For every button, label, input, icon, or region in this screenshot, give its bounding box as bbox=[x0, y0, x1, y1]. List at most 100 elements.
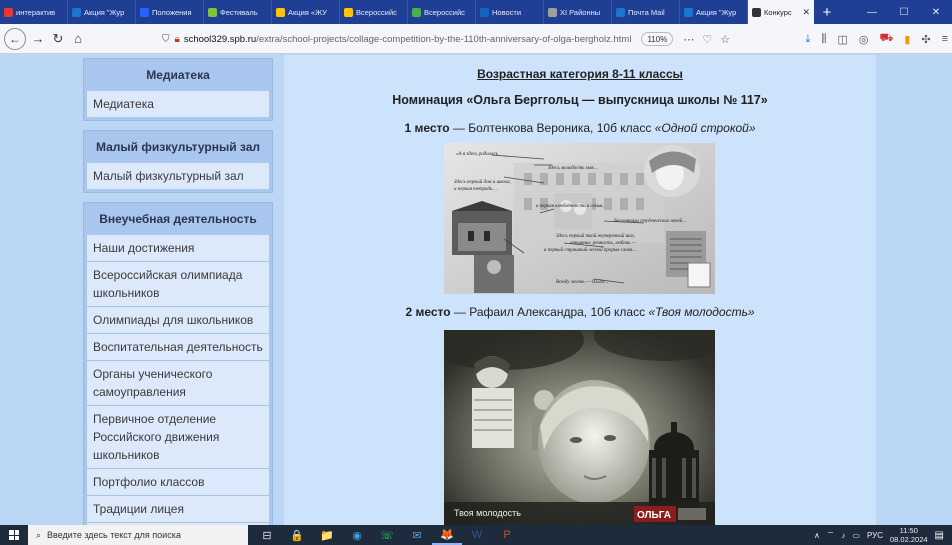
start-button[interactable] bbox=[0, 525, 28, 545]
mail-app-icon[interactable]: ✉ bbox=[402, 525, 432, 545]
download-icon[interactable]: ⤓ bbox=[806, 33, 811, 46]
lock-app-icon[interactable]: 🔒 bbox=[282, 525, 312, 545]
browser-tab[interactable]: интерактив bbox=[0, 0, 68, 24]
minimize-button[interactable]: — bbox=[856, 0, 888, 24]
chart-icon bbox=[208, 7, 217, 17]
cart-extension-icon[interactable]: ⛟ bbox=[879, 32, 893, 46]
page-actions: ⋯ ♡ ☆ bbox=[683, 33, 730, 46]
new-tab-button[interactable]: + bbox=[814, 0, 840, 24]
collage-one-text-5: и первая влюблённость и семья, bbox=[536, 204, 604, 209]
taskbar-search-box[interactable]: ⌕ Введите здесь текст для поиска bbox=[28, 525, 248, 545]
forward-button[interactable]: → bbox=[28, 29, 48, 49]
reload-icon: ↻ bbox=[52, 30, 64, 46]
browser-tab[interactable]: Акция "Жур bbox=[68, 0, 136, 24]
sidebar-menu-item[interactable]: Традиции лицея bbox=[87, 495, 269, 522]
tab-title: Положения bbox=[152, 7, 192, 17]
age-category-heading[interactable]: Возрастная категория 8-11 классы bbox=[284, 67, 876, 81]
second-place-label: 2 место bbox=[405, 305, 451, 319]
system-tray: ∧ ⌔ ♪ ▭ РУС 11:50 08.02.2024 ▤ bbox=[814, 526, 952, 544]
network-icon[interactable]: ⌔ bbox=[827, 530, 835, 540]
collage-youth-image: Твоя молодость ОЛЬГА bbox=[444, 330, 715, 525]
tab-title: Акция "Жур bbox=[696, 7, 737, 17]
tab-title: интерактив bbox=[16, 7, 56, 17]
file-explorer-icon[interactable]: 📁 bbox=[312, 525, 342, 545]
library-icon[interactable]: ⫼ bbox=[821, 33, 826, 46]
table-icon bbox=[412, 7, 421, 17]
sidebar-menu-item[interactable]: Олимпиады для школьников bbox=[87, 306, 269, 333]
collage-one-text-3: Здесь первый дом и школа, bbox=[454, 179, 511, 185]
menu-icon[interactable]: ≡ bbox=[942, 33, 948, 45]
browser-tab[interactable]: Положения bbox=[136, 0, 204, 24]
collage-two-badge: ОЛЬГА bbox=[637, 510, 671, 521]
taskbar-clock[interactable]: 11:50 08.02.2024 bbox=[890, 526, 928, 544]
arrow-right-icon: → bbox=[31, 31, 45, 46]
sidebar-section: Внеучебная деятельность Наши достижения Вс… bbox=[83, 202, 273, 525]
browser-tab[interactable]: XI Районны bbox=[544, 0, 612, 24]
insecure-lock-icon[interactable]: 🔒︎ bbox=[175, 34, 180, 45]
sidebar-menu-item[interactable]: Портфолио классов bbox=[87, 468, 269, 495]
volume-icon[interactable]: ♪ bbox=[841, 531, 845, 540]
task-view-icon[interactable]: ⊟ bbox=[252, 525, 282, 545]
powerpoint-icon[interactable]: P bbox=[492, 525, 522, 545]
sidebar-menu-item[interactable]: Первичное отделение Российского движения… bbox=[87, 405, 269, 468]
windows-taskbar: ⌕ Введите здесь текст для поиска ⊟ 🔒 📁 ◉ ☏ ✉ 🦊… bbox=[0, 525, 952, 545]
collage-one-text-10: Всюду жизнь — Ольга… bbox=[556, 280, 609, 285]
firefox-icon[interactable]: 🦊 bbox=[432, 525, 462, 545]
bookmark-star-icon[interactable]: ☆ bbox=[720, 33, 730, 46]
sidebar-toggle-icon[interactable]: ◫ bbox=[837, 33, 847, 46]
extension-icon[interactable]: ◎ bbox=[859, 33, 869, 46]
sidebar-section-title: Внеучебная деятельность bbox=[99, 212, 257, 226]
sidebar-menu-item[interactable]: Воспитательная деятельность bbox=[87, 333, 269, 360]
sidebar-menu-item[interactable]: Наши достижения bbox=[87, 235, 269, 261]
collage-one-text-9: и первый страшный лесной прорыв слова… bbox=[544, 247, 637, 253]
reload-button[interactable]: ↻ bbox=[48, 29, 68, 49]
first-place-label: 1 место bbox=[404, 121, 450, 135]
pocket-icon[interactable]: ♡ bbox=[702, 33, 712, 46]
site-icon bbox=[480, 7, 489, 17]
collage-one-text-7: Здесь первый твой неуверенный шаг, bbox=[556, 233, 635, 239]
sidebar-menu-item[interactable]: Всероссийская олимпиада школьников bbox=[87, 261, 269, 306]
collage-one-artwork: «А я здесь родилась Здесь молодость моя…… bbox=[444, 143, 715, 294]
home-button[interactable]: ⌂ bbox=[68, 29, 88, 49]
extensions-puzzle-icon[interactable]: ✣ bbox=[921, 33, 930, 46]
flag-extension-icon[interactable]: ▮ bbox=[904, 33, 910, 46]
mail-icon bbox=[616, 7, 625, 17]
tab-title: Всероссийс bbox=[424, 7, 465, 17]
browser-tab[interactable]: Новости bbox=[476, 0, 544, 24]
browser-tab[interactable]: Всероссийс bbox=[408, 0, 476, 24]
whatsapp-icon[interactable]: ☏ bbox=[372, 525, 402, 545]
language-indicator[interactable]: РУС bbox=[867, 531, 883, 540]
word-icon[interactable]: W bbox=[462, 525, 492, 545]
tab-title: Новости bbox=[492, 7, 522, 17]
tab-title: Фестиваль bbox=[220, 7, 258, 17]
browser-tab[interactable]: Всероссийс bbox=[340, 0, 408, 24]
maximize-button[interactable]: ☐ bbox=[888, 0, 920, 24]
zoom-level-button[interactable]: 110% bbox=[641, 32, 674, 46]
tray-chevron-icon[interactable]: ∧ bbox=[814, 531, 820, 540]
browser-tab[interactable]: Фестиваль bbox=[204, 0, 272, 24]
back-button[interactable]: ← bbox=[4, 27, 26, 50]
site-icon bbox=[752, 7, 761, 17]
sidebar-menu-item[interactable]: Медиатека bbox=[87, 91, 269, 117]
more-actions-icon[interactable]: ⋯ bbox=[683, 33, 694, 46]
sidebar-menu-item[interactable]: Органы ученического самоуправления bbox=[87, 360, 269, 405]
edge-browser-icon[interactable]: ◉ bbox=[342, 525, 372, 545]
tab-title: Акция «ЖУ bbox=[288, 7, 327, 17]
browser-tab[interactable]: Акция «ЖУ bbox=[272, 0, 340, 24]
battery-icon[interactable]: ▭ bbox=[852, 531, 860, 540]
collage-one-text-1: «А я здесь родилась bbox=[456, 152, 499, 157]
first-place-line: 1 место — Болтенкова Вероника, 10б класс… bbox=[284, 121, 876, 135]
notifications-icon[interactable]: ▤ bbox=[935, 530, 944, 541]
tracking-shield-icon[interactable]: ⛉ bbox=[162, 34, 170, 45]
browser-tab[interactable]: Акция "Жур bbox=[680, 0, 748, 24]
windows-logo-icon bbox=[9, 530, 19, 540]
taskbar-search-placeholder: Введите здесь текст для поиска bbox=[47, 530, 181, 540]
browser-tab[interactable]: Почта Mail bbox=[612, 0, 680, 24]
tab-title: Акция "Жур bbox=[84, 7, 125, 17]
close-window-button[interactable]: ✕ bbox=[920, 0, 952, 24]
browser-tab-active[interactable]: Конкурс ✕ bbox=[748, 0, 814, 24]
address-bar[interactable]: ⛉ 🔒︎ school329.spb.ru/extra/school-proje… bbox=[162, 28, 732, 50]
tab-title: Всероссийс bbox=[356, 7, 397, 17]
sidebar-menu-item[interactable]: Малый физкультурный зал bbox=[87, 163, 269, 189]
close-tab-icon[interactable]: ✕ bbox=[800, 7, 810, 18]
